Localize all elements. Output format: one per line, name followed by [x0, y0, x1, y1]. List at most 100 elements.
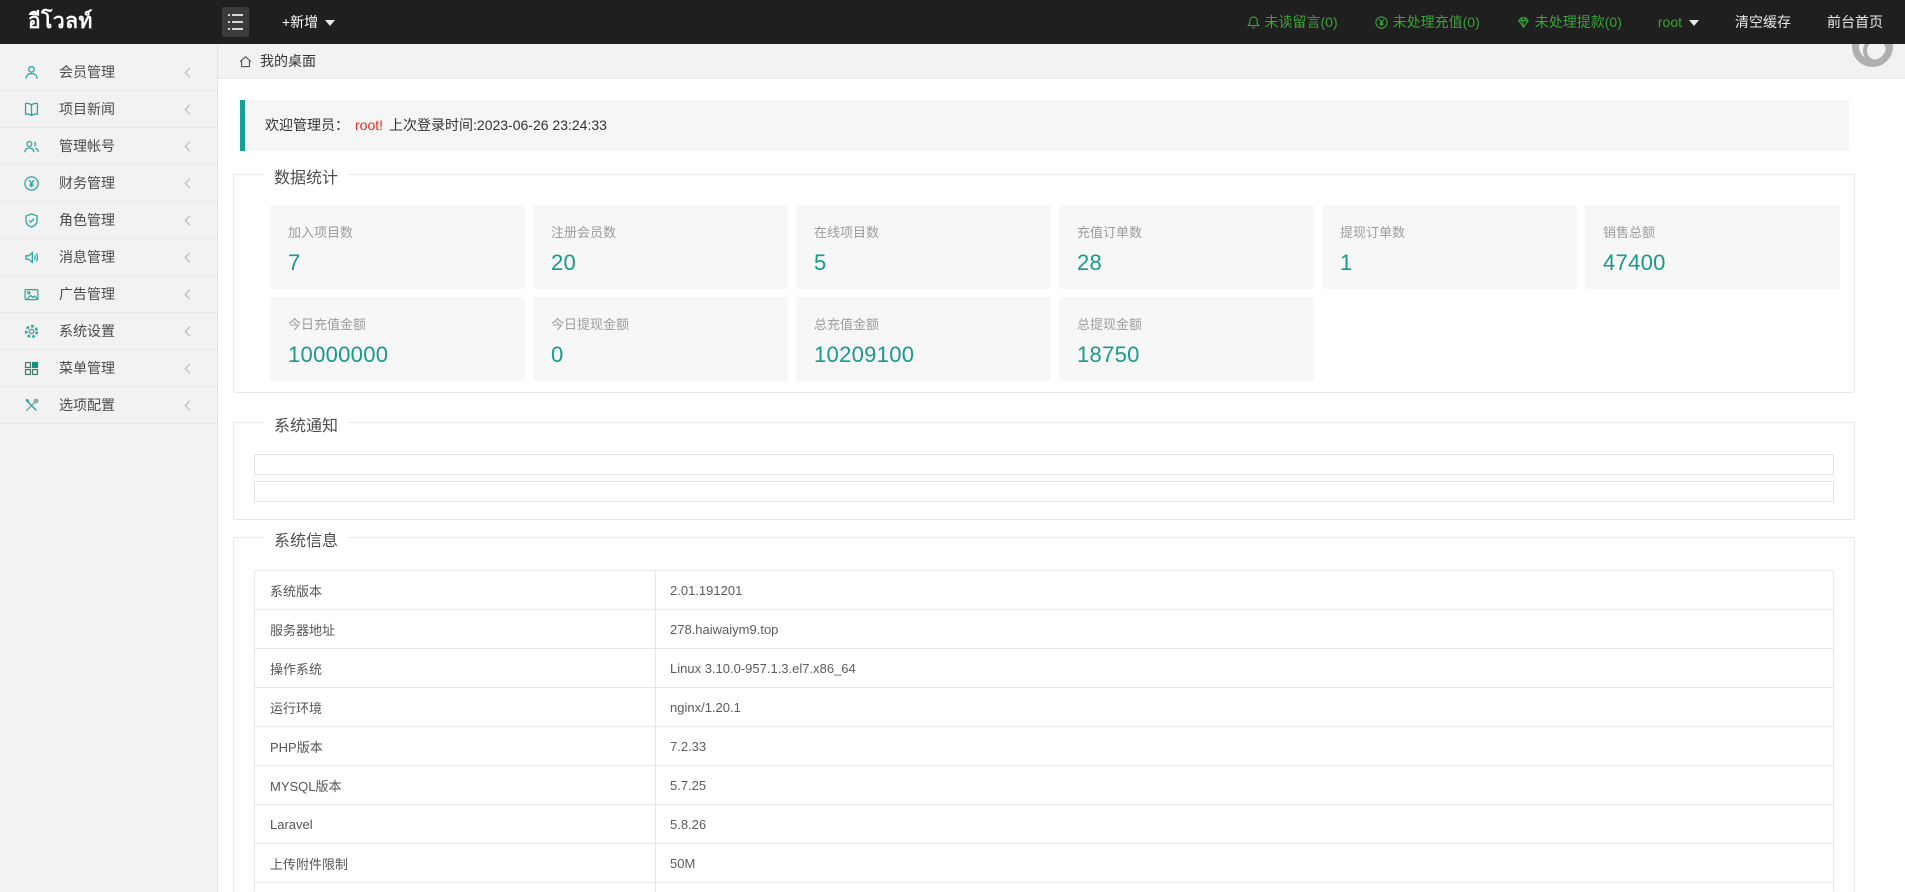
chevron-left-icon [185, 142, 195, 152]
topbar: อีโวลท์ +新增 未读留言(0) [0, 0, 1905, 44]
welcome-username: root! [355, 117, 383, 133]
row-value: nginx/1.20.1 [656, 688, 1834, 727]
chevron-left-icon [185, 401, 195, 411]
topbar-right: 未读留言(0) 未处理充值(0) 未处理提款(0) [1246, 0, 1884, 44]
sidebar-item-label: 菜单管理 [59, 358, 115, 378]
sidebar-item-project-news[interactable]: 项目新闻 [0, 91, 217, 128]
row-label: 操作系统 [255, 649, 656, 688]
yen-circle-icon [22, 174, 40, 192]
chevron-down-icon [325, 20, 335, 26]
stat-value: 20 [551, 250, 788, 276]
table-row-php-version: PHP版本 7.2.33 [255, 727, 1834, 766]
home-icon [238, 54, 253, 69]
pending-withdraw-link[interactable]: 未处理提款(0) [1516, 12, 1622, 32]
chevron-left-icon [185, 290, 195, 300]
row-value: 50M [656, 844, 1834, 883]
coin-yen-icon [1374, 15, 1389, 30]
stats-row-2: 今日充值金额 10000000 今日提现金额 0 总充值金额 10209100 … [270, 297, 1840, 381]
table-row-upload-limit: 上传附件限制 50M [255, 844, 1834, 883]
stat-value: 5 [814, 250, 1051, 276]
speaker-icon [22, 248, 40, 266]
stat-label: 注册会员数 [551, 222, 788, 241]
row-label: 上传附件限制 [255, 844, 656, 883]
sidebar-item-label: 选项配置 [59, 395, 115, 415]
gem-icon [1516, 15, 1531, 30]
image-icon [22, 285, 40, 303]
row-label: 执行时间限制 [255, 883, 656, 892]
stat-value: 10000000 [288, 342, 525, 368]
stat-label: 销售总额 [1603, 222, 1840, 241]
row-value: 5.7.25 [656, 766, 1834, 805]
row-label: 运行环境 [255, 688, 656, 727]
sidebar-item-label: 系统设置 [59, 321, 115, 341]
table-row-laravel: Laravel 5.8.26 [255, 805, 1834, 844]
sidebar-item-options[interactable]: 选项配置 [0, 387, 217, 424]
stat-label: 提现订单数 [1340, 222, 1577, 241]
system-notice-panel: 系统通知 [233, 422, 1855, 520]
welcome-prefix: 欢迎管理员： [265, 117, 349, 133]
shield-check-icon [22, 211, 40, 229]
sidebar-toggle-button[interactable] [222, 7, 249, 37]
stat-card-online-projects: 在线项目数 5 [796, 205, 1051, 289]
chevron-left-icon [185, 364, 195, 374]
front-home-link[interactable]: 前台首页 [1827, 12, 1883, 32]
pending-withdraw-label: 未处理提款(0) [1535, 12, 1622, 32]
breadcrumb-home[interactable]: 我的桌面 [238, 51, 316, 71]
row-value: 7.2.33 [656, 727, 1834, 766]
stat-card-total-sales: 销售总额 47400 [1585, 205, 1840, 289]
stat-card-total-recharge-amount: 总充值金额 10209100 [796, 297, 1051, 381]
stat-card-total-withdraw-amount: 总提现金额 18750 [1059, 297, 1314, 381]
system-info-panel: 系统信息 系统版本 2.01.191201 服务器地址 278.haiwaiym… [233, 537, 1855, 892]
stats-panel: 数据统计 加入项目数 7 注册会员数 20 在线项目数 5 充值订单数 28 [233, 174, 1855, 393]
row-label: 系统版本 [255, 571, 656, 610]
sidebar-item-members[interactable]: 会员管理 [0, 54, 217, 91]
table-row-mysql-version: MYSQL版本 5.7.25 [255, 766, 1834, 805]
sidebar-item-label: 会员管理 [59, 62, 115, 82]
sidebar-item-system-settings[interactable]: 系统设置 [0, 313, 217, 350]
table-row-exec-limit: 执行时间限制 30 [255, 883, 1834, 892]
bell-icon [1246, 15, 1261, 30]
sidebar-item-messages[interactable]: 消息管理 [0, 239, 217, 276]
breadcrumb-bar: 我的桌面 [218, 44, 1905, 79]
grid-icon [22, 359, 40, 377]
row-value: 278.haiwaiym9.top [656, 610, 1834, 649]
book-icon [22, 100, 40, 118]
stat-label: 在线项目数 [814, 222, 1051, 241]
sidebar-item-ads[interactable]: 广告管理 [0, 276, 217, 313]
sidebar-item-menus[interactable]: 菜单管理 [0, 350, 217, 387]
menu-icon [228, 14, 243, 16]
stat-value: 10209100 [814, 342, 1051, 368]
sidebar-item-finance[interactable]: 财务管理 [0, 165, 217, 202]
welcome-lastlogin: 上次登录时间:2023-06-26 23:24:33 [389, 117, 607, 133]
stat-card-recharge-orders: 充值订单数 28 [1059, 205, 1314, 289]
sidebar-item-admin-accounts[interactable]: 管理帐号 [0, 128, 217, 165]
row-label: 服务器地址 [255, 610, 656, 649]
stat-value: 28 [1077, 250, 1314, 276]
sidebar-item-roles[interactable]: 角色管理 [0, 202, 217, 239]
unread-messages-link[interactable]: 未读留言(0) [1246, 12, 1338, 32]
pending-recharge-label: 未处理充值(0) [1393, 12, 1480, 32]
unread-messages-label: 未读留言(0) [1265, 12, 1338, 32]
stat-label: 充值订单数 [1077, 222, 1314, 241]
stat-value: 0 [551, 342, 788, 368]
gear-icon [22, 322, 40, 340]
stat-label: 今日充值金额 [288, 314, 525, 333]
stats-row-1: 加入项目数 7 注册会员数 20 在线项目数 5 充值订单数 28 提现订单数 [270, 205, 1840, 289]
chevron-left-icon [185, 179, 195, 189]
add-new-button[interactable]: +新增 [282, 0, 335, 44]
pending-recharge-link[interactable]: 未处理充值(0) [1374, 12, 1480, 32]
system-notice-title: 系统通知 [264, 412, 348, 436]
system-info-table: 系统版本 2.01.191201 服务器地址 278.haiwaiym9.top… [254, 570, 1834, 892]
stat-value: 7 [288, 250, 525, 276]
sidebar-item-label: 财务管理 [59, 173, 115, 193]
clear-cache-link[interactable]: 清空缓存 [1735, 12, 1791, 32]
sidebar-item-label: 管理帐号 [59, 136, 115, 156]
user-dropdown[interactable]: root [1658, 14, 1699, 30]
sidebar: 会员管理 项目新闻 管理帐号 [0, 44, 218, 892]
chevron-left-icon [185, 216, 195, 226]
users-icon [22, 137, 40, 155]
table-row-server-address: 服务器地址 278.haiwaiym9.top [255, 610, 1834, 649]
sidebar-item-label: 角色管理 [59, 210, 115, 230]
stat-label: 总提现金额 [1077, 314, 1314, 333]
stat-card-today-recharge-amount: 今日充值金额 10000000 [270, 297, 525, 381]
